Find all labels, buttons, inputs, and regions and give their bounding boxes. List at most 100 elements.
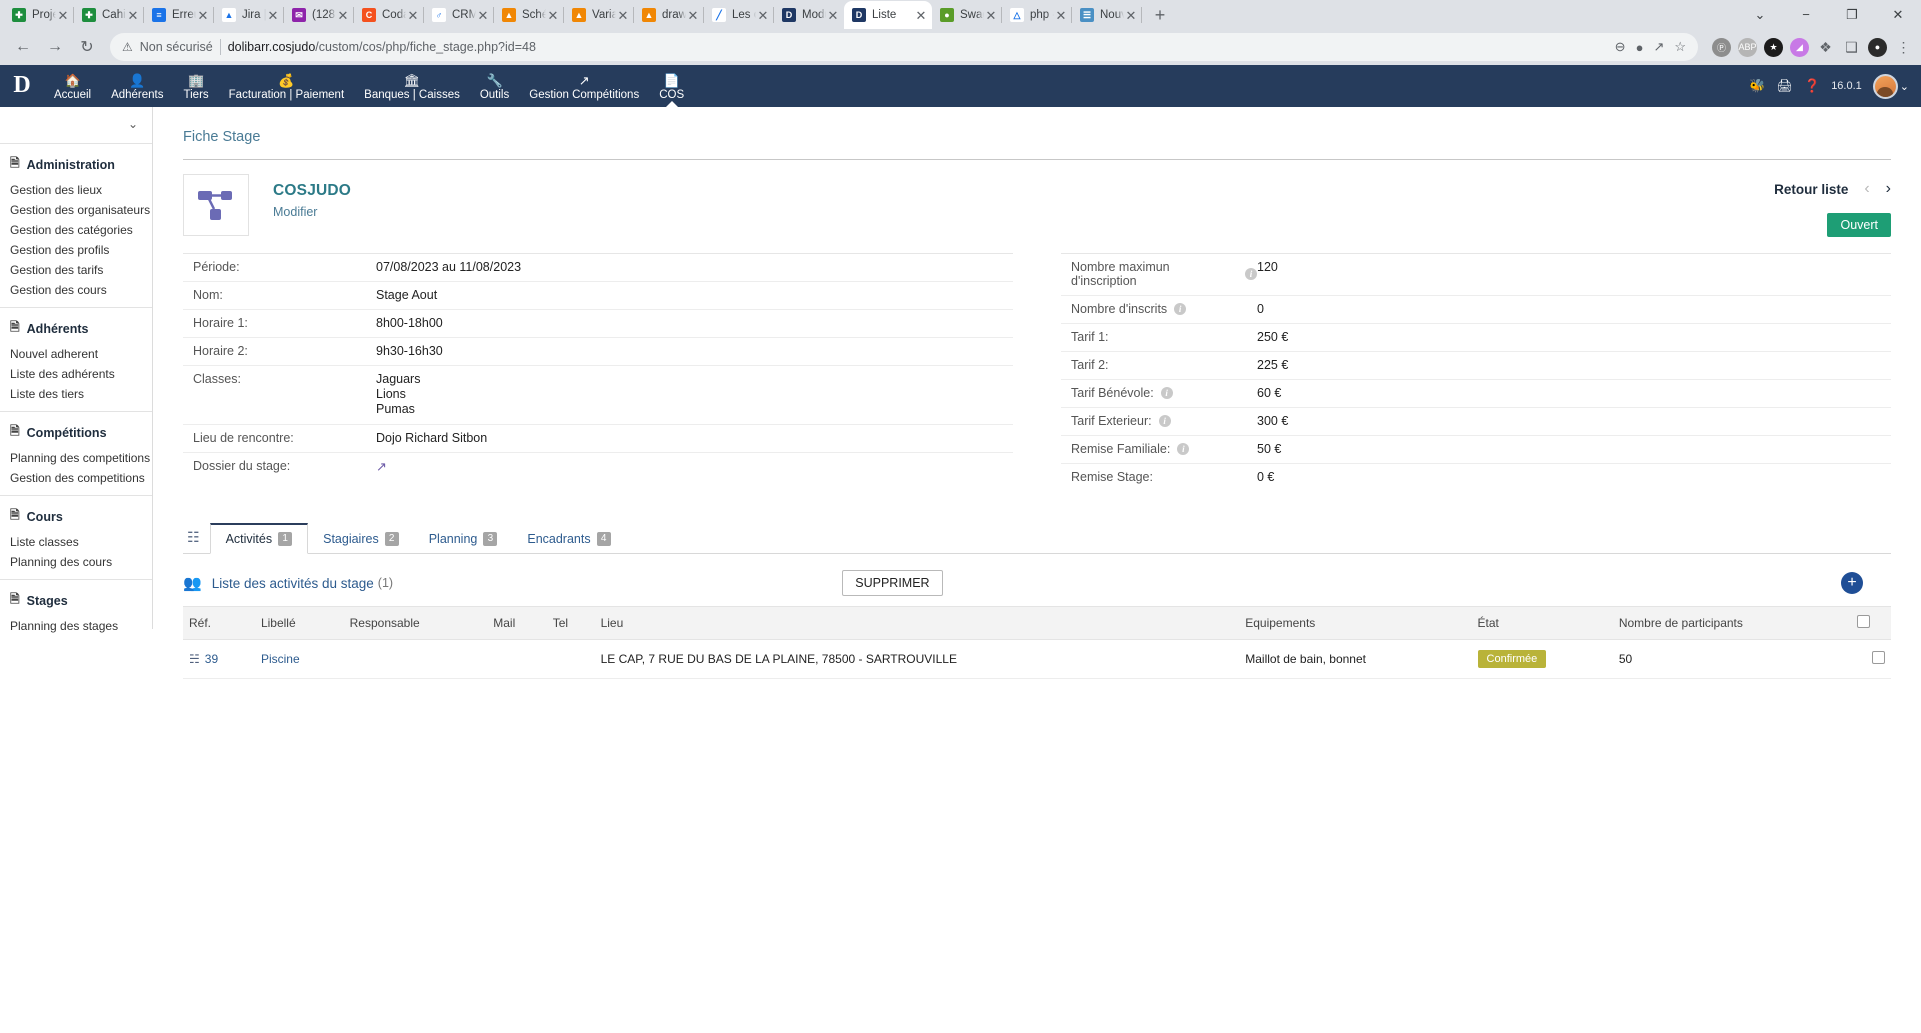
close-icon[interactable]: ✕: [266, 8, 280, 22]
sidebar-item-liste-classes[interactable]: Liste classes: [0, 532, 152, 552]
window-maximize-icon[interactable]: ❐: [1829, 0, 1875, 29]
external-link-icon[interactable]: ↗: [376, 459, 387, 474]
sidebar-item-planning-des-stages[interactable]: Planning des stages: [0, 616, 152, 636]
close-icon[interactable]: ✕: [826, 8, 840, 22]
table-column-header[interactable]: Nombre de participants: [1612, 606, 1851, 640]
browser-tab[interactable]: ▲ draw.io✕: [634, 1, 704, 29]
browser-tab[interactable]: ▲ Variabl✕: [564, 1, 634, 29]
sidebar-item-gestion-des-tarifs[interactable]: Gestion des tarifs: [0, 260, 152, 280]
sidebar-item-liste-des-adh-rents[interactable]: Liste des adhérents: [0, 364, 152, 384]
browser-tab[interactable]: ▲ Jira | Lo✕: [214, 1, 284, 29]
table-column-header[interactable]: Responsable: [343, 606, 488, 640]
cell-ref[interactable]: ☵ 39: [183, 639, 255, 679]
sidebar-item-gestion-des-cours[interactable]: Gestion des cours: [0, 280, 152, 300]
browser-tab[interactable]: △ php - G✕: [1002, 1, 1072, 29]
close-icon[interactable]: ✕: [196, 8, 210, 22]
browser-tab[interactable]: D Modul✕: [774, 1, 844, 29]
help-icon[interactable]: ❓: [1804, 78, 1820, 94]
modifier-link[interactable]: Modifier: [273, 200, 351, 219]
sidebar-item-gestion-des-cat-gories[interactable]: Gestion des catégories: [0, 220, 152, 240]
cell-libelle[interactable]: Piscine: [254, 639, 344, 679]
topmenu-item-facturation-paiement[interactable]: 💰 Facturation | Paiement: [219, 65, 355, 107]
table-column-header[interactable]: Libellé: [254, 606, 344, 640]
sidepanel-ext[interactable]: ❑: [1842, 38, 1861, 57]
close-icon[interactable]: ✕: [406, 8, 420, 22]
address-bar[interactable]: ⚠ Non sécurisé dolibarr.cosjudo/custom/c…: [110, 33, 1698, 61]
pinterest-ext[interactable]: Ⓟ: [1712, 37, 1731, 57]
picture-ext[interactable]: ◢: [1790, 37, 1809, 57]
table-column-header[interactable]: Lieu: [594, 606, 1240, 640]
sidebar-item-planning-des-cours[interactable]: Planning des cours: [0, 552, 152, 572]
libelle-link[interactable]: Piscine: [261, 652, 300, 666]
browser-tab[interactable]: ✚ Cahier✕: [74, 1, 144, 29]
activities-list-title[interactable]: Liste des activités du stage: [212, 576, 374, 591]
topmenu-item-gestion-competitions[interactable]: ↗ Gestion Compétitions: [519, 65, 649, 107]
next-record-icon[interactable]: ›: [1886, 180, 1891, 198]
close-icon[interactable]: ✕: [984, 8, 998, 22]
close-icon[interactable]: ✕: [756, 8, 770, 22]
table-column-header[interactable]: Réf.: [183, 606, 255, 640]
bug-icon[interactable]: 🐝: [1749, 78, 1765, 94]
sidebar-item-gestion-des-organisateurs[interactable]: Gestion des organisateurs: [0, 200, 152, 220]
print-icon[interactable]: 🖨: [1776, 78, 1793, 94]
close-icon[interactable]: ✕: [686, 8, 700, 22]
avatar[interactable]: ⌄: [1872, 73, 1909, 99]
sidebar-collapse-chevron-icon[interactable]: ⌄: [0, 109, 152, 143]
browser-tab[interactable]: ● Swagg✕: [932, 1, 1002, 29]
share-icon[interactable]: ↗: [1653, 39, 1664, 55]
browser-tab[interactable]: D Liste ✕: [844, 1, 932, 29]
sidebar-item-nouvel-adherent[interactable]: Nouvel adherent: [0, 344, 152, 364]
close-icon[interactable]: ✕: [56, 8, 70, 22]
sidebar-item-gestion-des-profils[interactable]: Gestion des profils: [0, 240, 152, 260]
chevron-down-icon[interactable]: ⌄: [1900, 80, 1909, 93]
info-icon[interactable]: i: [1174, 303, 1187, 315]
topmenu-item-cos[interactable]: 📄 COS: [649, 65, 694, 107]
retour-liste-link[interactable]: Retour liste: [1774, 182, 1848, 197]
browser-tab[interactable]: C Coda |✕: [354, 1, 424, 29]
close-icon[interactable]: ✕: [126, 8, 140, 22]
add-activity-button[interactable]: +: [1841, 572, 1863, 594]
sidebar-item-gestion-des-lieux[interactable]: Gestion des lieux: [0, 180, 152, 200]
checkbox[interactable]: [1857, 615, 1870, 628]
chrome-menu[interactable]: ⋮: [1894, 38, 1913, 57]
topmenu-item-banques-caisses[interactable]: 🏛 Banques | Caisses: [354, 65, 470, 107]
browser-tab[interactable]: ╱ Les cat✕: [704, 1, 774, 29]
dolibarr-logo-icon[interactable]: D: [0, 65, 44, 107]
browser-tab[interactable]: ▲ Schéma✕: [494, 1, 564, 29]
window-minimize-chevron-icon[interactable]: ⌄: [1737, 0, 1783, 29]
browser-tab[interactable]: ✚ Project✕: [4, 1, 74, 29]
sidebar-item-planning-des-competitions[interactable]: Planning des competitions: [0, 448, 152, 468]
breadcrumb[interactable]: Fiche Stage: [183, 125, 1891, 159]
bookmark-star-icon[interactable]: ☆: [1674, 39, 1686, 55]
browser-tab[interactable]: ✉ (1281 n✕: [284, 1, 354, 29]
window-minimize-icon[interactable]: −: [1783, 0, 1829, 29]
close-icon[interactable]: ✕: [476, 8, 490, 22]
reload-icon[interactable]: ↻: [72, 32, 102, 62]
forward-icon[interactable]: →: [40, 32, 70, 62]
new-tab-button[interactable]: +: [1146, 1, 1174, 29]
table-column-header[interactable]: État: [1471, 606, 1613, 640]
topmenu-item-accueil[interactable]: 🏠 Accueil: [44, 65, 101, 107]
adblock-ext[interactable]: ABP: [1738, 37, 1757, 57]
previous-record-icon[interactable]: ‹: [1864, 180, 1869, 198]
tab-planning[interactable]: Planning 3: [414, 524, 513, 553]
table-column-header[interactable]: Equipements: [1239, 606, 1472, 640]
row-checkbox[interactable]: [1851, 639, 1891, 679]
back-icon[interactable]: ←: [8, 32, 38, 62]
zoom-out-icon[interactable]: ⊖: [1615, 39, 1626, 55]
browser-tab[interactable]: ≡ Erreur✕: [144, 1, 214, 29]
profile-ext[interactable]: ●: [1868, 37, 1887, 57]
sidebar-item-gestion-des-competitions[interactable]: Gestion des competitions: [0, 468, 152, 488]
browser-tab[interactable]: ☰ Nouvel✕: [1072, 1, 1142, 29]
keeper-ext[interactable]: ★: [1764, 37, 1783, 57]
tab-activit-s[interactable]: Activités 1: [209, 523, 309, 554]
location-icon[interactable]: ●: [1636, 40, 1644, 55]
sidebar-item-liste-des-tiers[interactable]: Liste des tiers: [0, 384, 152, 404]
info-icon[interactable]: i: [1245, 268, 1257, 280]
window-close-icon[interactable]: ✕: [1875, 0, 1921, 29]
tab-stagiaires[interactable]: Stagiaires 2: [308, 524, 414, 553]
browser-tab[interactable]: ♂ CRM C✕: [424, 1, 494, 29]
topmenu-item-tiers[interactable]: 🏢 Tiers: [174, 65, 219, 107]
topmenu-item-outils[interactable]: 🔧 Outils: [470, 65, 519, 107]
puzzle-ext[interactable]: ❖: [1816, 38, 1835, 57]
